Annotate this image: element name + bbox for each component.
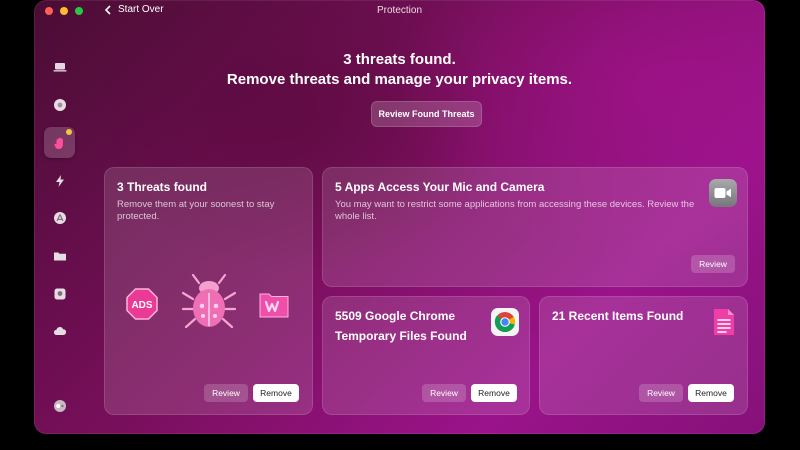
sidebar-item-performance[interactable]	[46, 167, 74, 195]
bug-icon	[181, 273, 237, 329]
lightning-icon	[56, 175, 64, 187]
toggle-icon	[54, 400, 66, 412]
recent-review-button[interactable]: Review	[639, 384, 683, 402]
malware-app-icon	[259, 293, 289, 318]
cloud-icon	[53, 327, 67, 335]
page-headline: 3 threats found. Remove threats and mana…	[34, 50, 765, 90]
chrome-remove-button[interactable]: Remove	[471, 384, 517, 402]
sidebar-item-applications[interactable]	[46, 204, 74, 232]
sidebar-item-assistant[interactable]	[46, 392, 74, 420]
camera-icon	[709, 179, 737, 207]
recent-items-card: 21 Recent Items Found Review Remove	[539, 296, 748, 415]
threats-remove-button[interactable]: Remove	[253, 384, 299, 402]
shield-disc-icon	[54, 99, 66, 111]
chrome-review-button[interactable]: Review	[422, 384, 466, 402]
document-icon	[710, 308, 738, 336]
sidebar-item-cleanup[interactable]	[46, 91, 74, 119]
disk-icon	[54, 288, 66, 300]
notification-badge	[66, 129, 72, 135]
sidebar-item-protection[interactable]	[44, 127, 75, 158]
chrome-icon	[491, 308, 519, 336]
appstore-icon	[54, 212, 66, 224]
folder-icon	[54, 252, 66, 261]
headline-line-1: 3 threats found.	[343, 51, 456, 68]
chrome-files-card: 5509 Google Chrome Temporary Files Found…	[322, 296, 530, 415]
sidebar-item-space-lens[interactable]	[46, 280, 74, 308]
threats-card-title: 3 Threats found	[117, 180, 208, 194]
mic-camera-card-title: 5 Apps Access Your Mic and Camera	[335, 180, 545, 194]
recent-remove-button[interactable]: Remove	[688, 384, 734, 402]
recent-items-card-title: 21 Recent Items Found	[552, 309, 684, 323]
threats-card-desc: Remove them at your soonest to stay prot…	[117, 199, 275, 222]
app-window: Start Over Protection 3 threats found. R…	[34, 0, 765, 434]
ads-icon-label: ADS	[131, 300, 152, 311]
threats-review-button[interactable]: Review	[204, 384, 248, 402]
chrome-files-card-title-2: Temporary Files Found	[335, 329, 467, 343]
window-title: Protection	[376, 5, 423, 16]
hand-icon	[53, 137, 63, 149]
mic-camera-card: 5 Apps Access Your Mic and Camera You ma…	[322, 167, 748, 287]
mic-camera-card-desc: You may want to restrict some applicatio…	[335, 199, 695, 222]
ads-icon: ADS	[126, 288, 158, 320]
chrome-files-card-title-1: 5509 Google Chrome	[335, 309, 456, 323]
sidebar-item-my-clutter[interactable]	[46, 242, 74, 270]
threats-card: 3 Threats found Remove them at your soon…	[104, 167, 313, 415]
mic-camera-review-button[interactable]: Review	[691, 255, 735, 273]
review-found-threats-button[interactable]: Review Found Threats	[371, 101, 482, 127]
headline-line-2: Remove threats and manage your privacy i…	[226, 71, 573, 88]
sidebar-item-cloud-cleanup[interactable]	[46, 317, 74, 345]
